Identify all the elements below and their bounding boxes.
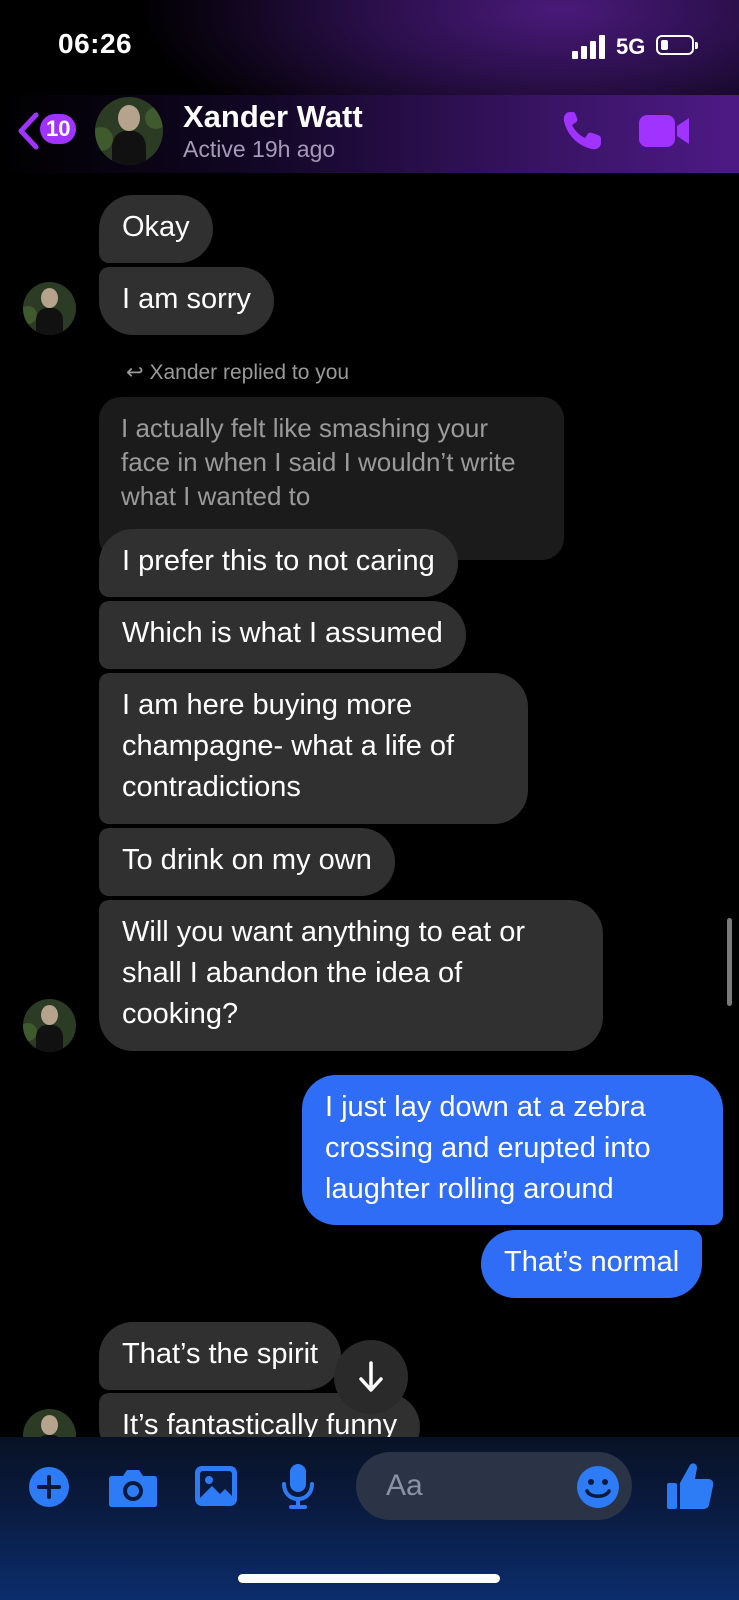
back-button[interactable]: 10	[16, 108, 86, 152]
video-camera-icon[interactable]	[638, 112, 692, 150]
chevron-left-icon	[18, 112, 39, 150]
message-bubble[interactable]: I am sorry	[99, 267, 274, 335]
message-bubble[interactable]: I prefer this to not caring	[99, 529, 458, 597]
message-input-placeholder: Aa	[386, 1469, 423, 1502]
thumbs-up-icon[interactable]	[666, 1461, 714, 1511]
signal-icon	[572, 35, 606, 59]
reply-label-text: Xander replied to you	[149, 361, 350, 384]
network-label: 5G	[616, 34, 646, 59]
contact-avatar[interactable]	[95, 97, 163, 165]
home-indicator[interactable]	[238, 1574, 500, 1583]
sender-avatar	[23, 999, 76, 1052]
battery-icon	[656, 35, 698, 55]
message-bubble[interactable]: To drink on my own	[99, 828, 395, 896]
contact-name[interactable]: Xander Watt	[183, 99, 363, 135]
message-bubble[interactable]: I am here buying more champagne- what a …	[99, 673, 528, 824]
emoji-icon[interactable]	[576, 1465, 620, 1509]
sender-avatar	[23, 282, 76, 335]
status-time: 06:26	[58, 28, 133, 59]
message-bubble[interactable]: That’s the spirit	[99, 1322, 342, 1390]
message-input[interactable]: Aa	[356, 1452, 632, 1520]
camera-icon[interactable]	[108, 1466, 158, 1508]
status-bar: 06:26 5G	[0, 0, 739, 95]
reply-indicator: ↩ Xander replied to you	[126, 360, 349, 385]
message-bubble[interactable]: Will you want anything to eat or shall I…	[99, 900, 603, 1051]
phone-icon[interactable]	[560, 109, 608, 153]
scroll-to-bottom-button[interactable]	[334, 1340, 408, 1414]
message-bubble[interactable]: Which is what I assumed	[99, 601, 466, 669]
plus-circle-icon[interactable]	[28, 1466, 70, 1508]
scroll-indicator[interactable]	[727, 918, 732, 1006]
microphone-icon[interactable]	[280, 1462, 316, 1510]
reply-arrow-icon: ↩	[126, 361, 144, 384]
message-bubble-sent[interactable]: That’s normal	[481, 1230, 703, 1298]
unread-badge: 10	[40, 114, 77, 144]
message-bubble-sent[interactable]: I just lay down at a zebra crossing and …	[302, 1075, 723, 1225]
activity-status: Active 19h ago	[183, 136, 336, 162]
image-icon[interactable]	[194, 1465, 238, 1507]
message-bubble[interactable]: Okay	[99, 195, 213, 263]
arrow-down-icon	[359, 1361, 383, 1392]
